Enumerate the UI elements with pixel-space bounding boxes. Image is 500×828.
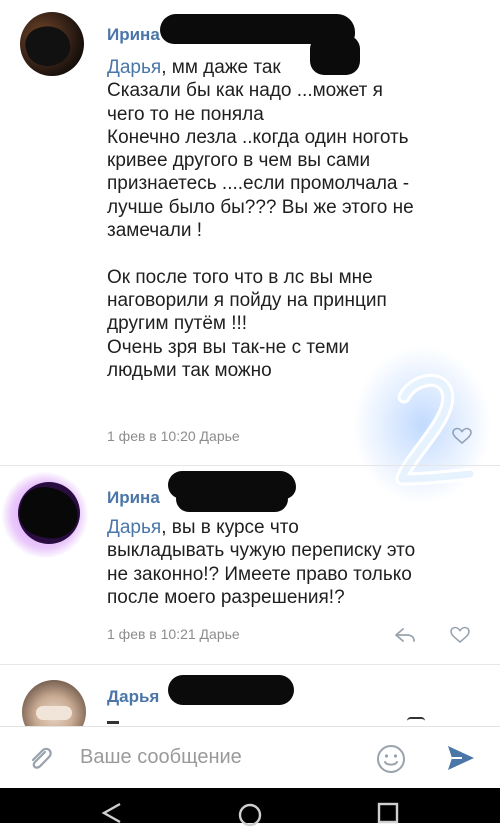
- recent-apps-icon[interactable]: [377, 802, 399, 824]
- comment-meta: 1 фев в 10:20 Дарье: [107, 428, 240, 444]
- paperclip-icon[interactable]: [26, 744, 56, 774]
- home-icon[interactable]: [237, 802, 263, 828]
- comment-author[interactable]: Ирина: [107, 488, 160, 508]
- send-icon[interactable]: [446, 744, 476, 772]
- comment-author[interactable]: Дарья: [107, 687, 159, 707]
- redaction-mark: [168, 675, 294, 705]
- mention-link[interactable]: Дарья: [107, 57, 161, 78]
- redaction-mark: [176, 486, 288, 512]
- reply-icon[interactable]: [394, 626, 416, 644]
- comment-3: Дарья: [0, 665, 500, 726]
- comment-meta: 1 фев в 10:21 Дарье: [107, 626, 240, 642]
- comment-2: Ирина Дарья, вы в курсе что выкладывать …: [0, 466, 500, 664]
- avatar[interactable]: [22, 680, 86, 726]
- mention-link[interactable]: Дарья: [107, 517, 161, 538]
- back-icon[interactable]: [100, 802, 126, 824]
- message-input[interactable]: Ваше сообщение: [80, 746, 242, 769]
- smiley-icon[interactable]: [375, 743, 407, 775]
- avatar[interactable]: [18, 482, 80, 544]
- clipped-text: [107, 717, 437, 726]
- message-composer: Ваше сообщение: [0, 726, 500, 789]
- comment-text: Дарья, вы в курсе что выкладывать чужую …: [107, 517, 416, 608]
- avatar[interactable]: [20, 12, 84, 76]
- comment-text: Дарья, мм даже так Сказали бы как надо .…: [107, 57, 414, 381]
- comment-author[interactable]: Ирина: [107, 25, 160, 45]
- system-navigation-bar: [0, 788, 500, 827]
- heart-icon[interactable]: [450, 626, 470, 644]
